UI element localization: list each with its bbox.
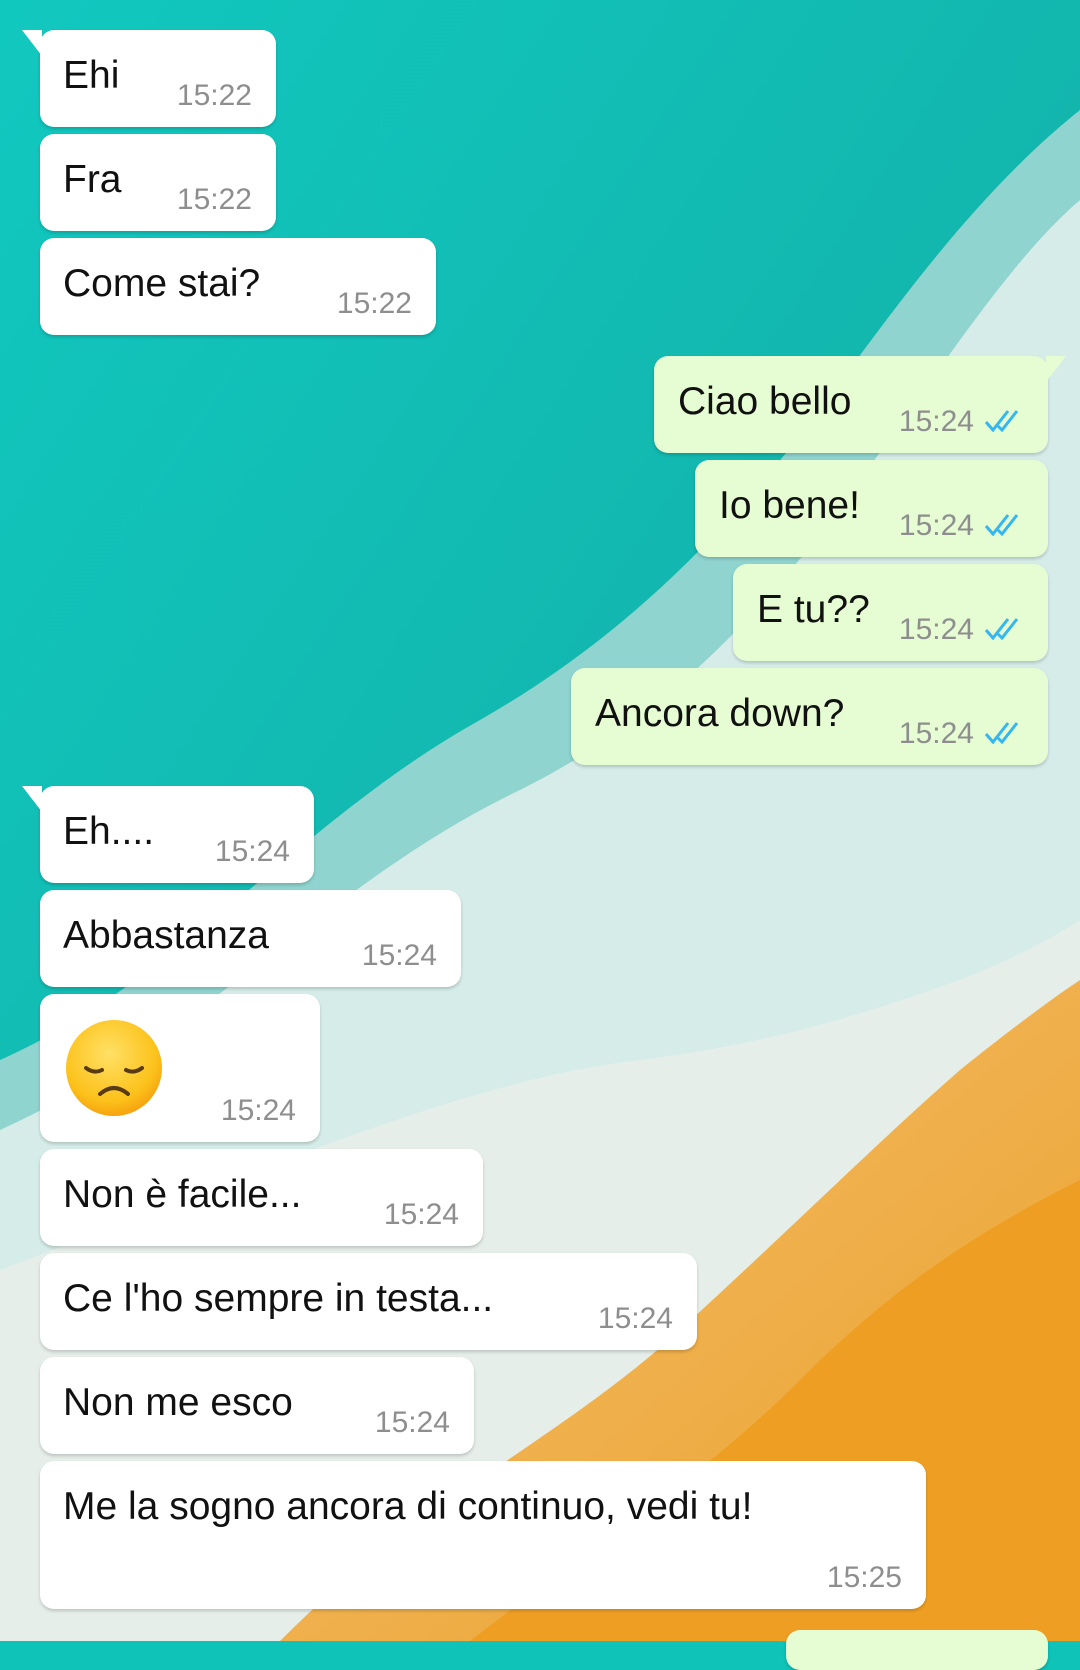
message-text: Abbastanza	[63, 914, 269, 957]
message-timestamp: 15:22	[176, 79, 252, 112]
double-check-icon	[984, 410, 1019, 433]
message-timestamp: 15:24	[898, 717, 974, 750]
message-bubble-partial	[786, 1630, 1048, 1670]
message-bubble[interactable]: Come stai? 15:22	[40, 238, 436, 335]
message-timestamp: 15:25	[826, 1561, 902, 1594]
double-check-icon	[984, 618, 1019, 641]
message-bubble[interactable]: Non me esco 15:24	[40, 1357, 474, 1454]
message-text: Me la sogno ancora di continuo, vedi tu!	[63, 1485, 753, 1528]
message-text: Ciao bello	[678, 380, 852, 423]
message-bubble[interactable]: 15:24	[40, 994, 320, 1142]
message-timestamp: 15:24	[374, 1406, 450, 1439]
message-timestamp: 15:24	[898, 405, 974, 438]
message-text: Ehi	[63, 54, 120, 97]
message-bubble[interactable]: Ancora down? 15:24	[571, 668, 1048, 765]
message-timestamp: 15:22	[336, 287, 412, 320]
message-bubble[interactable]: Io bene! 15:24	[695, 460, 1048, 557]
message-timestamp: 15:24	[214, 835, 290, 868]
message-bubble[interactable]: Fra 15:22	[40, 134, 276, 231]
message-text: Io bene!	[719, 484, 860, 527]
message-bubble[interactable]: Ce l'ho sempre in testa... 15:24	[40, 1253, 697, 1350]
disappointed-face-emoji	[66, 1020, 162, 1116]
message-bubble[interactable]: Eh.... 15:24	[22, 786, 314, 883]
message-text: Ce l'ho sempre in testa...	[63, 1277, 494, 1320]
message-bubble[interactable]: Ehi 15:22	[22, 30, 276, 127]
message-bubble[interactable]: Abbastanza 15:24	[40, 890, 461, 987]
message-timestamp: 15:24	[898, 613, 974, 646]
message-timestamp: 15:22	[176, 183, 252, 216]
message-text: Non è facile...	[63, 1173, 302, 1216]
message-bubble[interactable]: Ciao bello 15:24	[654, 356, 1066, 453]
message-timestamp: 15:24	[597, 1302, 673, 1335]
message-timestamp: 15:24	[383, 1198, 459, 1231]
message-bubble[interactable]: Me la sogno ancora di continuo, vedi tu!…	[40, 1461, 926, 1609]
message-text: E tu??	[757, 588, 870, 631]
double-check-icon	[984, 722, 1019, 745]
message-text: Non me esco	[63, 1381, 293, 1424]
message-timestamp: 15:24	[898, 509, 974, 542]
message-text: Eh....	[63, 810, 155, 853]
message-text: Fra	[63, 158, 122, 201]
message-text: Come stai?	[63, 262, 261, 305]
message-bubble[interactable]: Non è facile... 15:24	[40, 1149, 483, 1246]
double-check-icon	[984, 514, 1019, 537]
message-timestamp: 15:24	[361, 939, 437, 972]
message-timestamp: 15:24	[220, 1094, 296, 1127]
message-bubble[interactable]: E tu?? 15:24	[733, 564, 1048, 661]
message-text: Ancora down?	[595, 692, 845, 735]
